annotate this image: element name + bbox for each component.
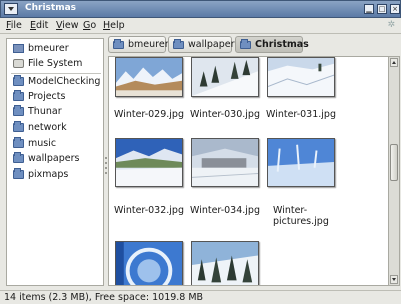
sidebar-item-wallpapers[interactable]: wallpapers — [11, 152, 103, 166]
folder-icon — [13, 137, 24, 148]
file-name-label: Winter- — [273, 205, 308, 216]
scrollbar-thumb[interactable] — [390, 144, 398, 182]
file-thumbnail-winter-029[interactable] — [115, 57, 183, 97]
menu-edit[interactable]: Edit — [30, 20, 48, 31]
home-folder-icon — [13, 44, 24, 53]
file-name-label: Winter-034.jpg — [190, 205, 260, 216]
menubar: File Edit View Go Help ✲ — [0, 18, 401, 34]
file-name-label: Winter-029.jpg — [114, 109, 184, 120]
sidebar-item-music[interactable]: music — [11, 137, 103, 151]
file-thumbnail[interactable] — [115, 241, 183, 285]
minimize-button[interactable]: ▁ — [364, 4, 374, 14]
folder-icon — [13, 168, 24, 179]
path-button-christmas[interactable]: Christmas — [235, 36, 309, 53]
menu-go[interactable]: Go — [83, 20, 96, 31]
file-thumbnail[interactable] — [191, 241, 259, 285]
maximize-button[interactable]: □ — [377, 4, 387, 14]
scroll-down-arrow-icon[interactable] — [390, 275, 398, 284]
sidebar-item-filesystem[interactable]: File System — [11, 57, 103, 71]
sidebar-item-thunar[interactable]: Thunar — [11, 105, 103, 119]
path-button-wallpapers[interactable]: wallpapers — [168, 36, 239, 53]
folder-icon — [13, 121, 24, 132]
file-thumbnail-winter-032[interactable] — [115, 138, 183, 187]
folder-icon — [13, 75, 24, 86]
file-name-label: Winter-030.jpg — [190, 109, 260, 120]
menu-view[interactable]: View — [56, 20, 79, 31]
file-name-label: Winter-031.jpg — [266, 109, 336, 120]
file-thumbnail-winter-030[interactable] — [191, 57, 259, 97]
sidebar-item-modelchecking[interactable]: ModelChecking — [11, 75, 103, 89]
folder-icon — [173, 39, 184, 49]
file-icon-view[interactable]: Winter-029.jpg Winter-030.jpg Winter-031… — [108, 56, 389, 286]
path-button-bmeurer[interactable]: bmeurer — [108, 36, 169, 53]
vertical-scrollbar[interactable] — [389, 56, 400, 286]
drive-icon — [13, 59, 24, 68]
file-thumbnail-winter-031[interactable] — [267, 57, 335, 97]
menu-file[interactable]: File — [6, 20, 22, 31]
menu-help[interactable]: Help — [103, 20, 125, 31]
folder-icon — [13, 105, 24, 116]
file-thumbnail-winter-034[interactable] — [191, 138, 259, 187]
sidebar-item-projects[interactable]: Projects — [11, 90, 103, 104]
window-title: Christmas — [25, 3, 77, 13]
status-bar: 14 items (2.3 MB), Free space: 1019.8 MB — [0, 290, 401, 304]
file-name-label: pictures.jpg — [273, 216, 329, 227]
close-button[interactable]: × — [390, 4, 400, 14]
path-bar: bmeurer wallpapers Christmas — [108, 36, 398, 54]
scroll-up-arrow-icon[interactable] — [390, 58, 398, 67]
file-thumbnail-winter-pictures[interactable] — [267, 138, 335, 187]
sidebar-separator — [11, 73, 101, 74]
throbber-icon: ✲ — [387, 20, 395, 30]
folder-icon — [13, 152, 24, 163]
shortcuts-sidebar: bmeurer File System ModelChecking Projec… — [6, 38, 104, 286]
sidebar-item-home[interactable]: bmeurer — [11, 42, 103, 56]
folder-icon — [113, 39, 124, 49]
open-folder-icon — [240, 39, 251, 49]
window-menu-icon[interactable] — [4, 3, 18, 15]
sidebar-item-pixmaps[interactable]: pixmaps — [11, 168, 103, 182]
sidebar-item-network[interactable]: network — [11, 121, 103, 135]
main-content: bmeurer File System ModelChecking Projec… — [0, 34, 401, 290]
file-name-label: Winter-032.jpg — [114, 205, 184, 216]
window-titlebar[interactable]: Christmas ▁ □ × — [0, 0, 401, 18]
folder-icon — [13, 90, 24, 101]
